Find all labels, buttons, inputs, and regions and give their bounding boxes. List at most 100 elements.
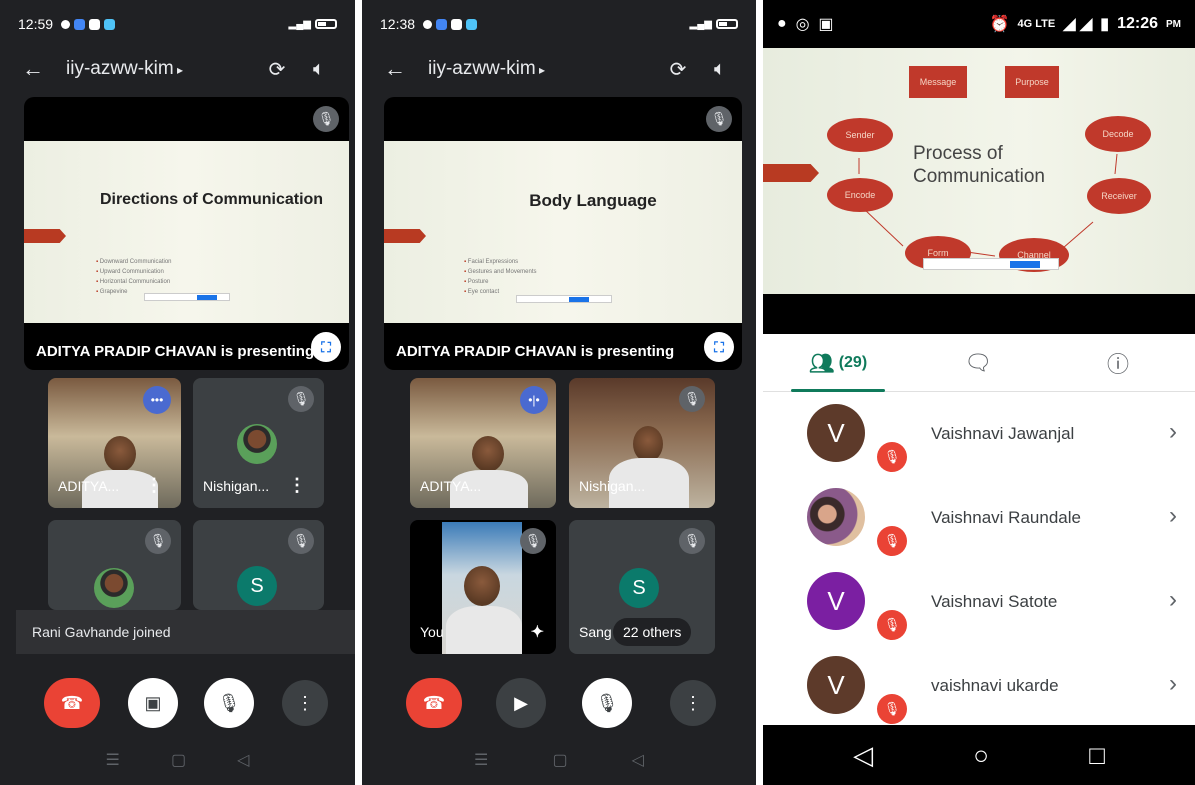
list-item[interactable]: 🎙︎ Vaishnavi Raundale › bbox=[763, 476, 1195, 560]
system-nav-bar: ◁ ○ □ bbox=[763, 725, 1195, 785]
app-icon bbox=[104, 18, 116, 30]
speaker-icon[interactable]: 🔈︎ bbox=[706, 55, 734, 83]
mic-off-button[interactable]: 🎙︎ bbox=[582, 678, 632, 728]
list-item[interactable]: V 🎙︎ vaishnavi ukarde › bbox=[763, 644, 1195, 728]
more-options-button[interactable]: ⋮ bbox=[670, 680, 716, 726]
menu-icon[interactable]: ☰ bbox=[474, 750, 488, 770]
system-nav-bar: ☰ ▢ ◁ bbox=[362, 735, 756, 785]
app-icon bbox=[451, 18, 463, 30]
recents-icon[interactable]: □ bbox=[1089, 740, 1105, 771]
join-notification: Rani Gavhande joined bbox=[16, 610, 355, 654]
signal-icon: ◢ ◢ bbox=[1063, 16, 1093, 33]
camera-off-button[interactable]: ▣ bbox=[128, 678, 178, 728]
meeting-code[interactable]: iiy-azww-kim bbox=[428, 58, 650, 80]
home-icon[interactable]: ▢ bbox=[171, 750, 186, 770]
app-icon bbox=[74, 18, 86, 30]
back-arrow-icon[interactable]: ← bbox=[384, 56, 406, 82]
effects-icon[interactable]: ✦ bbox=[531, 622, 544, 642]
presenting-label: ADITYA PRADIP CHAVAN is presenting bbox=[36, 343, 315, 360]
slide-bullet: Posture bbox=[464, 277, 537, 287]
meeting-top-bar: ← iiy-azww-kim ⟳ 🔈︎ bbox=[362, 48, 756, 90]
home-icon[interactable]: ▢ bbox=[552, 750, 567, 770]
app-icon bbox=[466, 18, 478, 30]
back-icon[interactable]: ◁ bbox=[632, 750, 644, 770]
info-tabs: 👥︎ (29) 🗨︎ ⓘ bbox=[763, 334, 1195, 392]
slide-title-line: Process of bbox=[913, 143, 1003, 164]
notification-icon bbox=[61, 19, 71, 29]
fullscreen-icon[interactable]: ⛶ bbox=[311, 332, 341, 362]
end-call-button[interactable]: ☎ bbox=[406, 678, 462, 728]
participant-name: Vaishnavi Jawanjal bbox=[931, 424, 1075, 443]
back-arrow-icon[interactable]: ← bbox=[22, 56, 44, 82]
participant-tile[interactable]: 🎙︎ Nishigan... bbox=[569, 378, 715, 508]
status-time: 12:59 bbox=[18, 16, 54, 32]
tab-info[interactable]: ⓘ bbox=[1063, 334, 1173, 392]
slide-bullet: Horizontal Communication bbox=[96, 277, 172, 287]
participant-tile[interactable]: 🎙︎ bbox=[48, 520, 181, 610]
speaker-icon[interactable]: 🔈︎ bbox=[305, 55, 333, 83]
mic-off-icon: 🎙︎ bbox=[877, 442, 907, 472]
mic-off-button[interactable]: 🎙︎ bbox=[204, 678, 254, 728]
switch-camera-icon[interactable]: ⟳ bbox=[664, 55, 692, 83]
tab-people[interactable]: 👥︎ (29) bbox=[783, 334, 893, 392]
slide-title-line: Communication bbox=[913, 166, 1045, 187]
home-icon[interactable]: ○ bbox=[973, 740, 989, 771]
presentation-view: 🎙︎ Body Language Facial Expressions Gest… bbox=[384, 97, 742, 370]
mic-off-icon: 🎙︎ bbox=[679, 528, 705, 554]
system-nav-bar: ☰ ▢ ◁ bbox=[0, 735, 355, 785]
others-count-badge[interactable]: 22 others bbox=[613, 618, 692, 646]
back-icon[interactable]: ◁ bbox=[237, 750, 249, 770]
participant-tile[interactable]: 🎙︎ S Sang 22 others bbox=[569, 520, 715, 654]
diagram-node: Encode bbox=[827, 178, 893, 212]
slide-bullet: Upward Communication bbox=[96, 267, 172, 277]
mic-off-icon: 🎙︎ bbox=[877, 694, 907, 724]
meeting-code[interactable]: iiy-azww-kim bbox=[66, 58, 249, 80]
participant-name: You bbox=[420, 624, 444, 640]
avatar: V bbox=[807, 404, 865, 462]
status-right: ▂▄▆ bbox=[289, 19, 337, 30]
participant-tile[interactable]: •|• ADITYA... bbox=[410, 378, 556, 508]
list-item[interactable]: V 🎙︎ Vaishnavi Satote › bbox=[763, 560, 1195, 644]
participant-tile[interactable]: 🎙︎ S bbox=[193, 520, 324, 610]
battery-icon bbox=[315, 19, 337, 29]
status-time: 12:38 bbox=[380, 16, 416, 32]
chevron-right-icon[interactable]: › bbox=[1169, 418, 1177, 446]
more-options-icon[interactable]: ⋮ bbox=[288, 475, 306, 496]
meet-screen-3: ● ◎ ▣ ⏰ 4G LTE ◢ ◢ ▮ 12:26 PM Message Pu… bbox=[763, 0, 1195, 785]
call-controls: ☎ ▶ 🎙︎ ⋮ bbox=[362, 670, 756, 730]
slide: Directions of Communication Downward Com… bbox=[24, 141, 349, 323]
fullscreen-icon[interactable]: ⛶ bbox=[704, 332, 734, 362]
chevron-right-icon[interactable]: › bbox=[1169, 502, 1177, 530]
avatar bbox=[94, 568, 134, 608]
chevron-right-icon[interactable]: › bbox=[1169, 670, 1177, 698]
notification-icon bbox=[423, 19, 433, 29]
avatar: V bbox=[807, 572, 865, 630]
back-icon[interactable]: ◁ bbox=[853, 740, 873, 771]
avatar bbox=[237, 424, 277, 464]
participant-video bbox=[633, 426, 663, 462]
participant-tile-self[interactable]: 🎙︎ You ✦ bbox=[410, 520, 556, 654]
speaking-indicator-icon: ••• bbox=[143, 386, 171, 414]
participant-tile[interactable]: 🎙︎ Nishigan... ⋮ bbox=[193, 378, 324, 508]
mic-off-icon: 🎙︎ bbox=[288, 386, 314, 412]
slide-bullets: Downward Communication Upward Communicat… bbox=[96, 257, 172, 297]
more-options-button[interactable]: ⋮ bbox=[282, 680, 328, 726]
more-options-icon[interactable]: ⋮ bbox=[145, 475, 163, 496]
mic-off-icon: 🎙︎ bbox=[313, 106, 339, 132]
end-call-button[interactable]: ☎ bbox=[44, 678, 100, 728]
tab-chat[interactable]: 🗨︎ bbox=[923, 334, 1033, 392]
camera-button[interactable]: ▶ bbox=[496, 678, 546, 728]
switch-camera-icon[interactable]: ⟳ bbox=[263, 55, 291, 83]
chevron-right-icon[interactable]: › bbox=[1169, 586, 1177, 614]
slide: Body Language Facial Expressions Gesture… bbox=[384, 141, 742, 323]
chat-icon: ● bbox=[777, 15, 787, 32]
participant-name: Vaishnavi Raundale bbox=[931, 508, 1081, 527]
list-item[interactable]: V 🎙︎ Vaishnavi Jawanjal › bbox=[763, 392, 1195, 476]
menu-icon[interactable]: ☰ bbox=[106, 750, 120, 770]
presentation-view: 🎙︎ Directions of Communication Downward … bbox=[24, 97, 349, 370]
app-icon bbox=[89, 18, 101, 30]
participant-tile[interactable]: ••• ADITYA... ⋮ bbox=[48, 378, 181, 508]
people-icon: 👥︎ bbox=[808, 352, 835, 375]
chat-icon: 🗨︎ bbox=[964, 350, 992, 375]
participant-name: Nishigan... bbox=[579, 478, 646, 494]
